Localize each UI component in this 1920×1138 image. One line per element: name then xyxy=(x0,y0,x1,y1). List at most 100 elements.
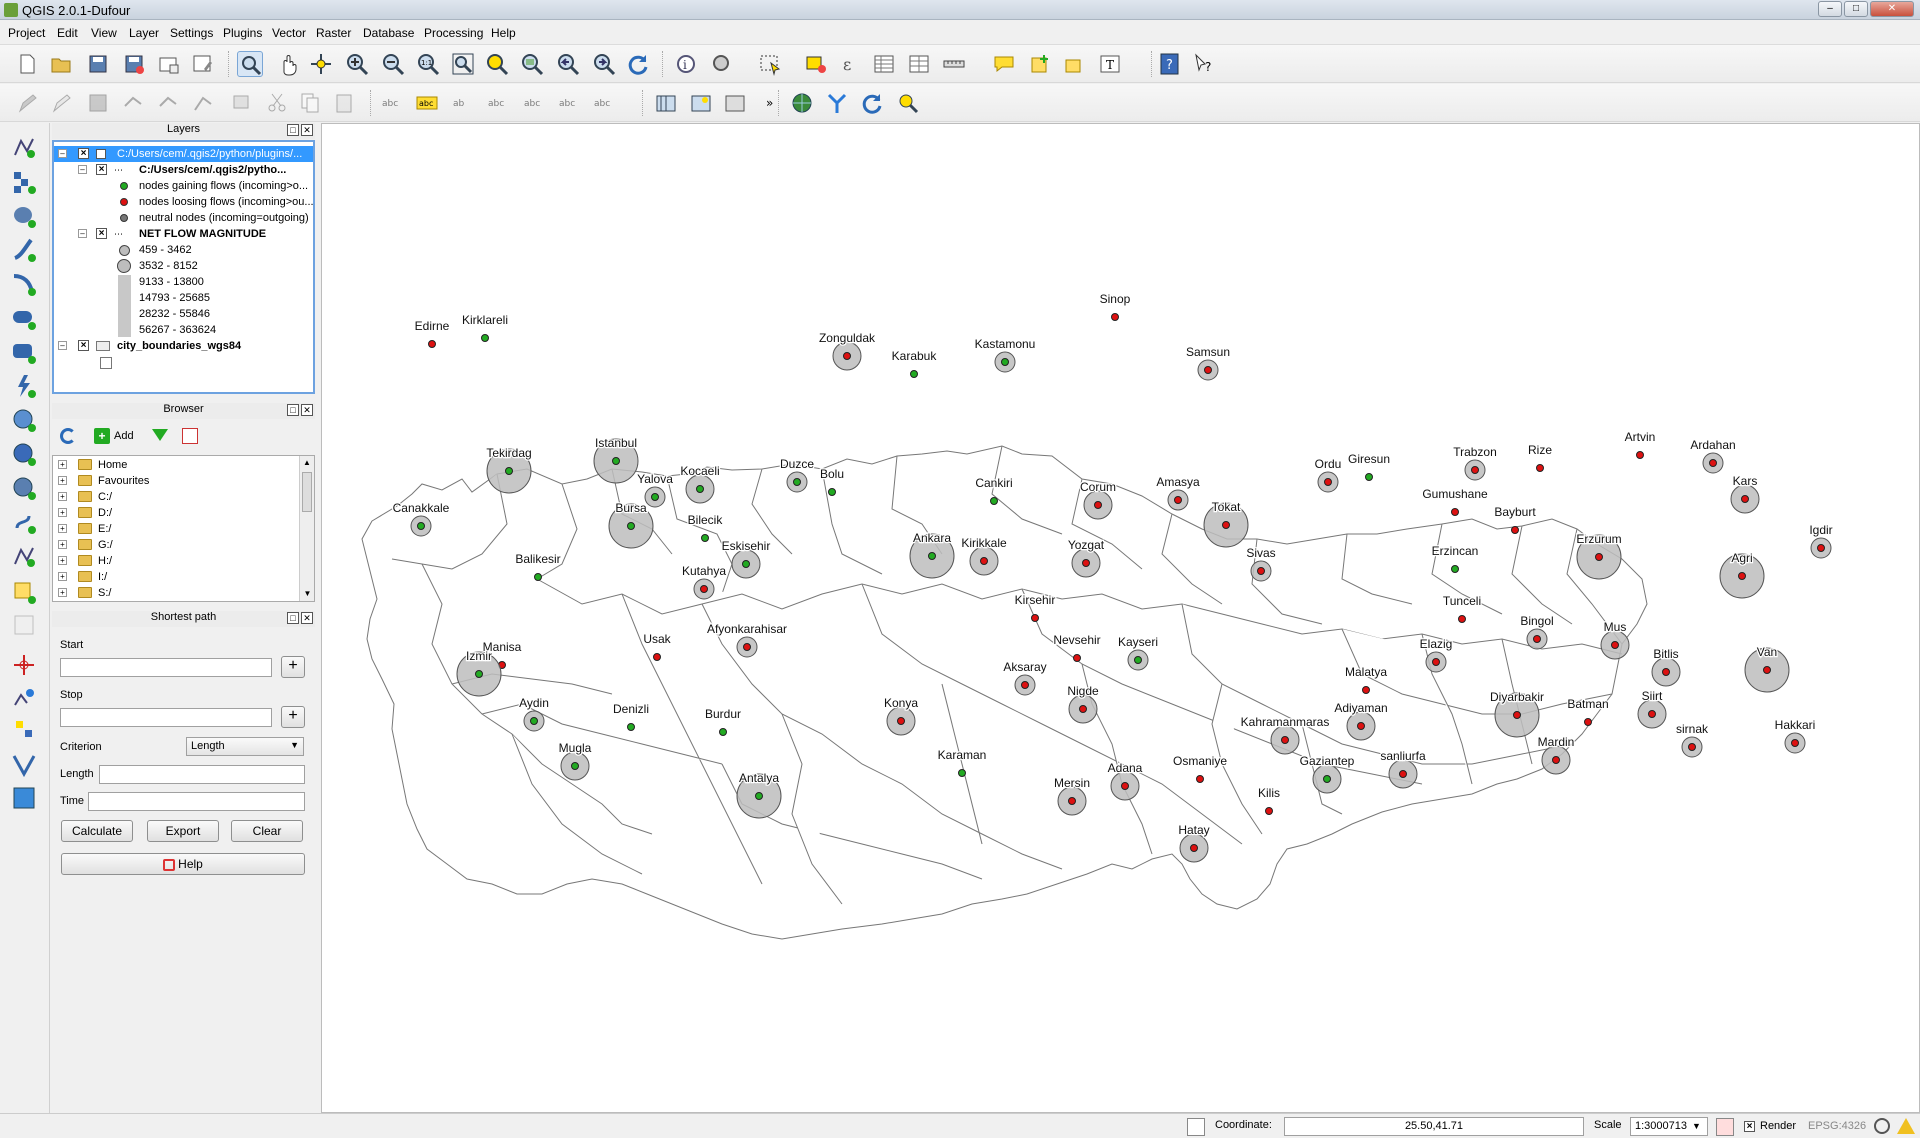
zoom-to-layer-icon[interactable] xyxy=(519,51,545,77)
save-as-icon[interactable] xyxy=(121,51,147,77)
city-marker-hakkari[interactable]: Hakkari xyxy=(1773,717,1817,754)
whats-this-icon[interactable]: ? xyxy=(1191,51,1217,77)
zoom-out-icon[interactable] xyxy=(380,51,406,77)
zoom-next-icon[interactable] xyxy=(591,51,617,77)
browser-item[interactable]: + Home xyxy=(53,457,293,473)
menu-database[interactable]: Database xyxy=(363,26,414,40)
expand-toggle[interactable]: + xyxy=(58,540,67,549)
city-marker-bursa[interactable]: Bursa xyxy=(608,500,654,549)
city-marker-rize[interactable]: Rize xyxy=(1527,442,1554,472)
new-project-icon[interactable] xyxy=(14,51,40,77)
help-button[interactable]: Help xyxy=(61,853,305,875)
expand-toggle[interactable]: + xyxy=(58,524,67,533)
city-marker-sinop[interactable]: Sinop xyxy=(1098,291,1132,321)
city-marker-sirnak[interactable]: sirnak xyxy=(1675,721,1710,758)
city-marker-hatay[interactable]: Hatay xyxy=(1177,822,1211,863)
georeferencer-icon[interactable] xyxy=(10,683,38,711)
gps-tool-icon[interactable] xyxy=(824,90,850,116)
layer-row[interactable]: – × city_boundaries_wgs84 xyxy=(54,338,313,354)
zoom-full-icon[interactable] xyxy=(450,51,476,77)
refresh-icon[interactable] xyxy=(60,428,76,444)
scroll-down-arrow[interactable]: ▼ xyxy=(300,587,315,601)
expand-toggle[interactable]: + xyxy=(58,588,67,597)
add-feature-icon[interactable] xyxy=(121,90,147,116)
properties-icon[interactable] xyxy=(182,428,198,444)
add-spatialite-layer-icon[interactable] xyxy=(10,236,38,264)
toggle-editing-icon[interactable] xyxy=(48,90,74,116)
layer-visibility-checkbox[interactable]: × xyxy=(96,164,107,175)
add-delimited-text-icon[interactable] xyxy=(10,474,38,502)
sync-icon[interactable] xyxy=(859,90,885,116)
length-field[interactable] xyxy=(99,765,305,784)
new-spatialite-layer-icon[interactable] xyxy=(10,578,38,606)
menu-help[interactable]: Help xyxy=(491,26,516,40)
time-field[interactable] xyxy=(88,792,305,811)
text-annotation-icon[interactable]: T xyxy=(1097,51,1123,77)
cut-features-icon[interactable] xyxy=(264,90,290,116)
city-marker-edirne[interactable]: Edirne xyxy=(413,318,451,348)
deselect-features-icon[interactable] xyxy=(803,51,829,77)
messages-warning-icon[interactable] xyxy=(1897,1118,1915,1134)
layer-visibility-checkbox[interactable]: × xyxy=(96,228,107,239)
zoom-in-icon[interactable] xyxy=(344,51,370,77)
identify-icon[interactable]: i xyxy=(673,51,699,77)
add-wfs-layer-icon[interactable] xyxy=(10,440,38,468)
add-gpx-layer-icon[interactable] xyxy=(10,508,38,536)
city-marker-samsun[interactable]: Samsun xyxy=(1185,344,1231,381)
expand-toggle[interactable]: + xyxy=(58,508,67,517)
measure-line-icon[interactable] xyxy=(941,51,967,77)
pick-stop-point-button[interactable]: + xyxy=(281,706,305,728)
road-graph-icon[interactable] xyxy=(653,90,679,116)
vector-edit-icon[interactable] xyxy=(10,750,38,778)
touch-zoom-icon[interactable] xyxy=(237,51,263,77)
coordinate-field[interactable]: 25.50,41.71 xyxy=(1284,1117,1584,1136)
crs-status-label[interactable]: EPSG:4326 xyxy=(1808,1120,1866,1132)
map-tips-icon[interactable] xyxy=(991,51,1017,77)
minimize-button[interactable]: – xyxy=(1818,1,1842,17)
add-oracle-layer-icon[interactable] xyxy=(10,304,38,332)
add-layer-disabled-icon[interactable] xyxy=(10,611,38,639)
layer-row[interactable]: – × ⋯ C:/Users/cem/.qgis2/pytho... xyxy=(54,162,313,178)
browser-item[interactable]: + C:/ xyxy=(53,489,293,505)
calculate-button[interactable]: Calculate xyxy=(61,820,133,842)
city-marker-nigde[interactable]: Nigde xyxy=(1066,683,1100,724)
add-ring-icon[interactable] xyxy=(156,90,182,116)
add-mssql-layer-icon[interactable] xyxy=(10,270,38,298)
city-marker-erzurum[interactable]: Erzurum xyxy=(1575,531,1623,580)
criterion-select[interactable]: Length ▼ xyxy=(186,737,304,756)
zoom-native-icon[interactable]: 1:1 xyxy=(415,51,441,77)
clear-button[interactable]: Clear xyxy=(231,820,303,842)
pan-to-selection-icon[interactable] xyxy=(308,51,334,77)
city-marker-kirklareli[interactable]: Kirklareli xyxy=(461,312,509,342)
city-marker-tokat[interactable]: Tokat xyxy=(1203,499,1249,548)
city-marker-amasya[interactable]: Amasya xyxy=(1155,474,1201,511)
show-bookmarks-icon[interactable] xyxy=(1061,51,1087,77)
open-project-icon[interactable] xyxy=(48,51,74,77)
layer-row[interactable]: – × ⋯ NET FLOW MAGNITUDE xyxy=(54,226,313,242)
float-panel-icon[interactable]: □ xyxy=(287,124,299,136)
stop-render-icon[interactable] xyxy=(1716,1118,1734,1136)
action-icon[interactable] xyxy=(709,51,735,77)
city-marker-kastamonu[interactable]: Kastamonu xyxy=(973,336,1037,373)
export-button[interactable]: Export xyxy=(147,820,219,842)
new-print-composer-icon[interactable] xyxy=(156,51,182,77)
plugin-tool-icon[interactable] xyxy=(10,715,38,743)
collapse-toggle[interactable]: – xyxy=(58,149,67,158)
map-canvas[interactable]: Sinop Edirne Kirklareli Zonguldak Kastamonu K… xyxy=(321,123,1920,1113)
city-marker-tekirdag[interactable]: Tekirdag xyxy=(485,445,533,494)
close-button[interactable]: ✕ xyxy=(1870,1,1914,17)
menu-view[interactable]: View xyxy=(91,26,117,40)
browser-item[interactable]: + D:/ xyxy=(53,505,293,521)
city-marker-antalya[interactable]: Antalya xyxy=(736,770,782,819)
city-marker-giresun[interactable]: Giresun xyxy=(1347,451,1391,481)
city-marker-ankara[interactable]: Ankara xyxy=(909,530,955,579)
maximize-button[interactable]: □ xyxy=(1844,1,1868,17)
city-marker-van[interactable]: Van xyxy=(1744,644,1790,693)
zoom-to-selection-icon[interactable] xyxy=(484,51,510,77)
collapse-toggle[interactable]: – xyxy=(78,165,87,174)
expand-toggle[interactable]: + xyxy=(58,476,67,485)
pan-map-icon[interactable] xyxy=(275,51,301,77)
menu-plugins[interactable]: Plugins xyxy=(223,26,262,40)
label-icon-2[interactable]: abc xyxy=(414,90,440,116)
browser-item[interactable]: + H:/ xyxy=(53,553,293,569)
